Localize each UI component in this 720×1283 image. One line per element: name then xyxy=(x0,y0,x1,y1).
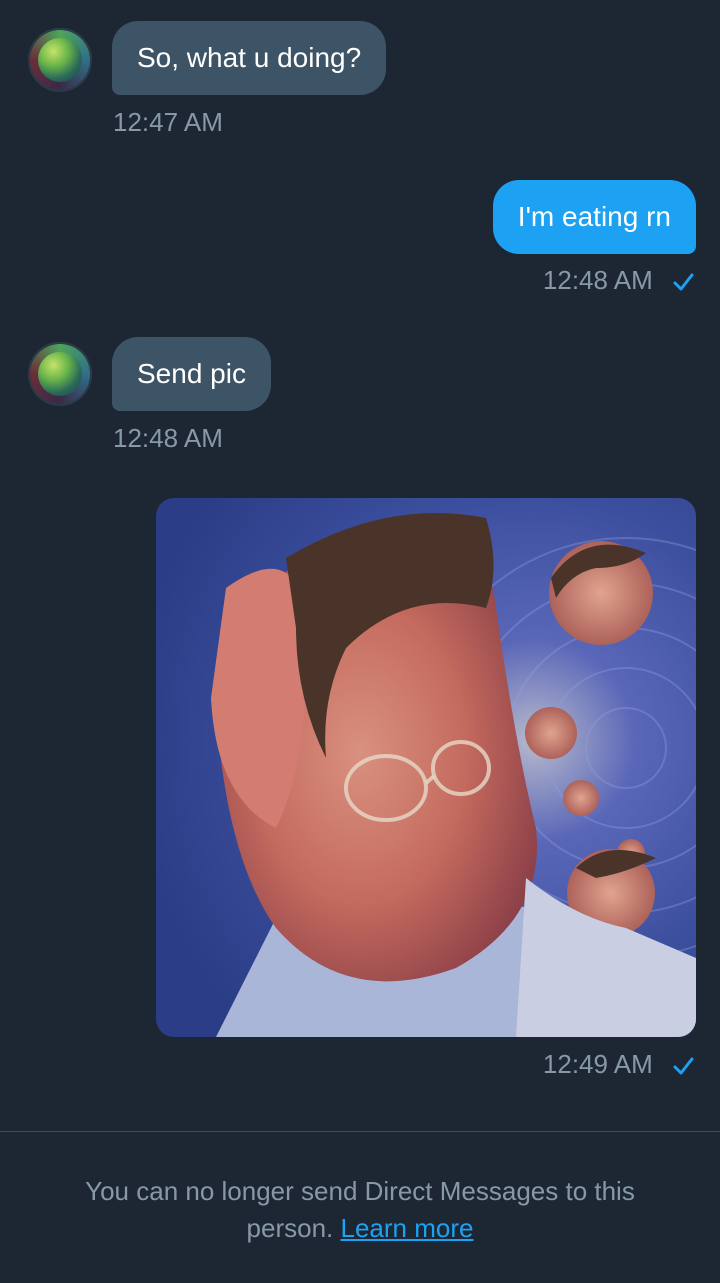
sender-avatar[interactable] xyxy=(28,28,92,92)
photo-image xyxy=(156,498,696,1037)
message-timestamp-row: 12:48 AM xyxy=(543,267,694,293)
message-text: Send pic xyxy=(137,358,246,389)
sent-photo[interactable] xyxy=(156,498,696,1037)
message-timestamp: 12:49 AM xyxy=(542,1049,653,1079)
learn-more-link[interactable]: Learn more xyxy=(341,1213,474,1243)
avatar-image xyxy=(38,38,82,82)
outgoing-message-bubble[interactable]: I'm eating rn xyxy=(492,180,696,254)
avatar-image xyxy=(38,352,82,396)
sent-check-icon xyxy=(673,1057,694,1075)
sent-check-icon xyxy=(673,273,694,291)
dm-restricted-notice: You can no longer send Direct Messages t… xyxy=(40,1173,680,1247)
message-text: I'm eating rn xyxy=(517,201,671,232)
message-timestamp-row: 12:49 AM xyxy=(543,1051,694,1077)
message-text: So, what u doing? xyxy=(137,42,362,73)
footer-divider xyxy=(0,1131,720,1132)
message-timestamp: 12:48 AM xyxy=(542,265,653,295)
incoming-message-bubble[interactable]: So, what u doing? xyxy=(112,21,387,95)
message-timestamp: 12:47 AM xyxy=(113,107,223,137)
sender-avatar[interactable] xyxy=(28,342,92,406)
incoming-message-bubble[interactable]: Send pic xyxy=(112,337,271,411)
message-timestamp: 12:48 AM xyxy=(113,423,223,453)
